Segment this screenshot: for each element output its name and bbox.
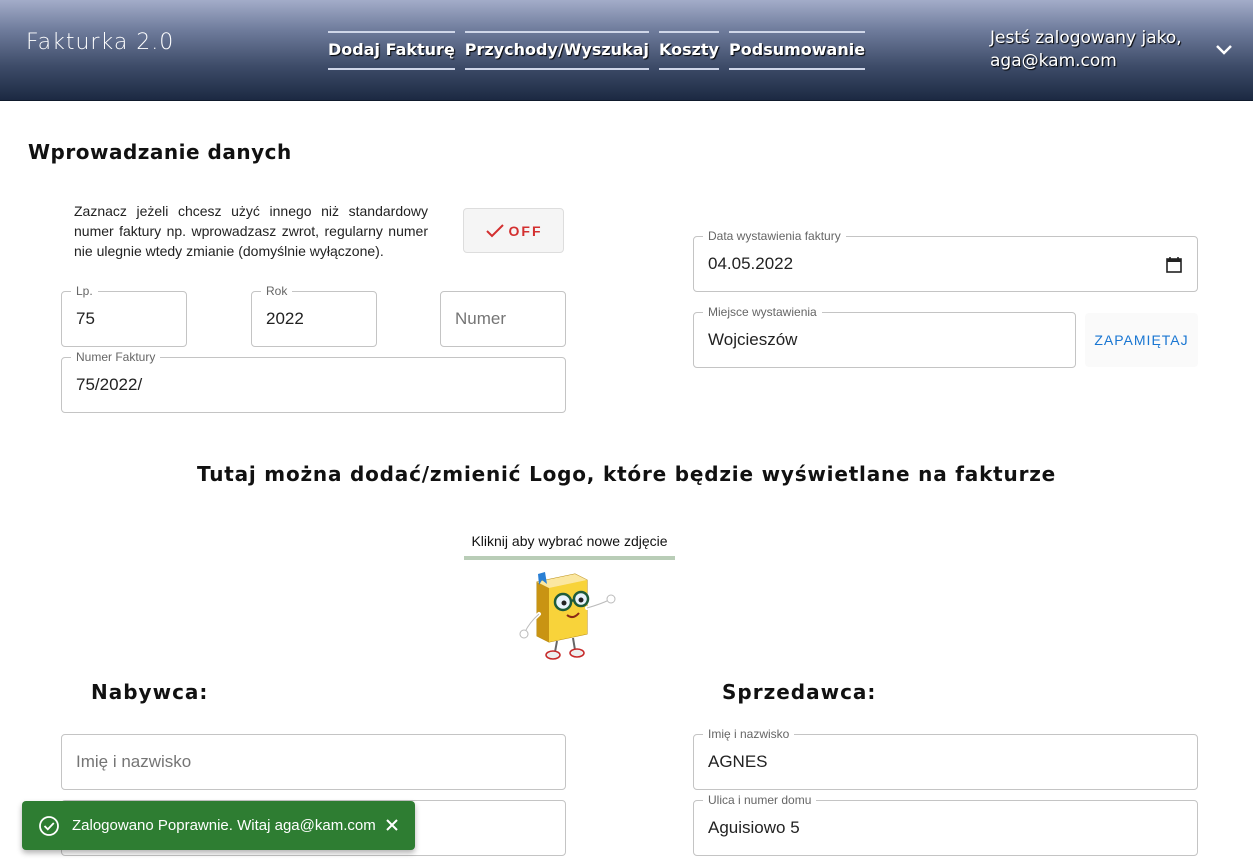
buyer-name-placeholder: Imię i nazwisko [76, 752, 192, 771]
miejsce-value: Wojcieszów [708, 330, 798, 349]
lp-value: 75 [76, 309, 95, 328]
user-email: aga@kam.com [990, 51, 1117, 71]
check-icon [485, 223, 504, 237]
user-info[interactable]: Jestś zalogowany jako, aga@kam.com [990, 27, 1182, 73]
nav-item-podsumowanie[interactable]: Podsumowanie [729, 31, 866, 70]
numer-faktury-value: 75/2022/ [76, 375, 143, 394]
nav-item-przychody[interactable]: Przychody/Wyszukaj [464, 31, 649, 70]
nav-item-koszty[interactable]: Koszty [658, 31, 720, 70]
toggle-label: OFF [508, 222, 543, 239]
seller-name-field[interactable]: Imię i nazwisko AGNES [693, 727, 1198, 790]
buyer-name-field[interactable]: Imię i nazwisko [61, 734, 566, 790]
buyer-title: Nabywca: [91, 680, 209, 704]
book-mascot-logo[interactable] [515, 568, 625, 663]
seller-street-value: Aguisiowo 5 [708, 818, 800, 837]
section-title: Wprowadzanie danych [28, 140, 292, 164]
user-logged-label: Jestś zalogowany jako, [990, 28, 1182, 48]
numer-field[interactable]: Numer [440, 291, 566, 347]
app-logo[interactable]: Fakturka 2.0 [26, 30, 174, 55]
save-place-button[interactable]: ZAPAMIĘTAJ [1085, 313, 1198, 367]
snackbar-message: Zalogowano Poprawnie. Witaj aga@kam.com [72, 817, 376, 834]
numer-placeholder: Numer [455, 309, 507, 328]
custom-number-toggle[interactable]: OFF [463, 208, 564, 253]
seller-name-value: AGNES [708, 752, 768, 771]
seller-title: Sprzedawca: [722, 680, 877, 704]
choose-image-link[interactable]: Kliknij aby wybrać nowe zdjęcie [464, 533, 675, 560]
main-nav: Dodaj Fakturę Przychody/Wyszukaj Koszty … [328, 31, 866, 70]
miejsce-field[interactable]: Miejsce wystawienia Wojcieszów [693, 305, 1076, 368]
seller-street-field[interactable]: Ulica i numer domu Aguisiowo 5 [693, 793, 1198, 856]
success-check-icon [39, 815, 59, 836]
lp-field[interactable]: Lp. 75 [61, 284, 187, 347]
close-icon[interactable] [383, 816, 401, 834]
calendar-icon[interactable] [1165, 256, 1183, 274]
numer-faktury-field[interactable]: Numer Faktury 75/2022/ [61, 350, 566, 413]
date-value: 04.05.2022 [708, 254, 794, 273]
date-field[interactable]: Data wystawienia faktury 04.05.2022 [693, 229, 1198, 292]
rok-field[interactable]: Rok 2022 [251, 284, 377, 347]
top-header: Fakturka 2.0 Dodaj Fakturę Przychody/Wys… [0, 0, 1253, 101]
rok-value: 2022 [266, 309, 304, 328]
chevron-down-icon[interactable] [1212, 38, 1236, 62]
nav-item-dodaj-fakture[interactable]: Dodaj Fakturę [328, 31, 455, 70]
login-success-snackbar: Zalogowano Poprawnie. Witaj aga@kam.com [22, 801, 415, 850]
custom-number-note: Zaznacz jeżeli chcesz użyć innego niż st… [74, 203, 428, 259]
logo-section-title: Tutaj można dodać/zmienić Logo, które bę… [196, 462, 1057, 486]
